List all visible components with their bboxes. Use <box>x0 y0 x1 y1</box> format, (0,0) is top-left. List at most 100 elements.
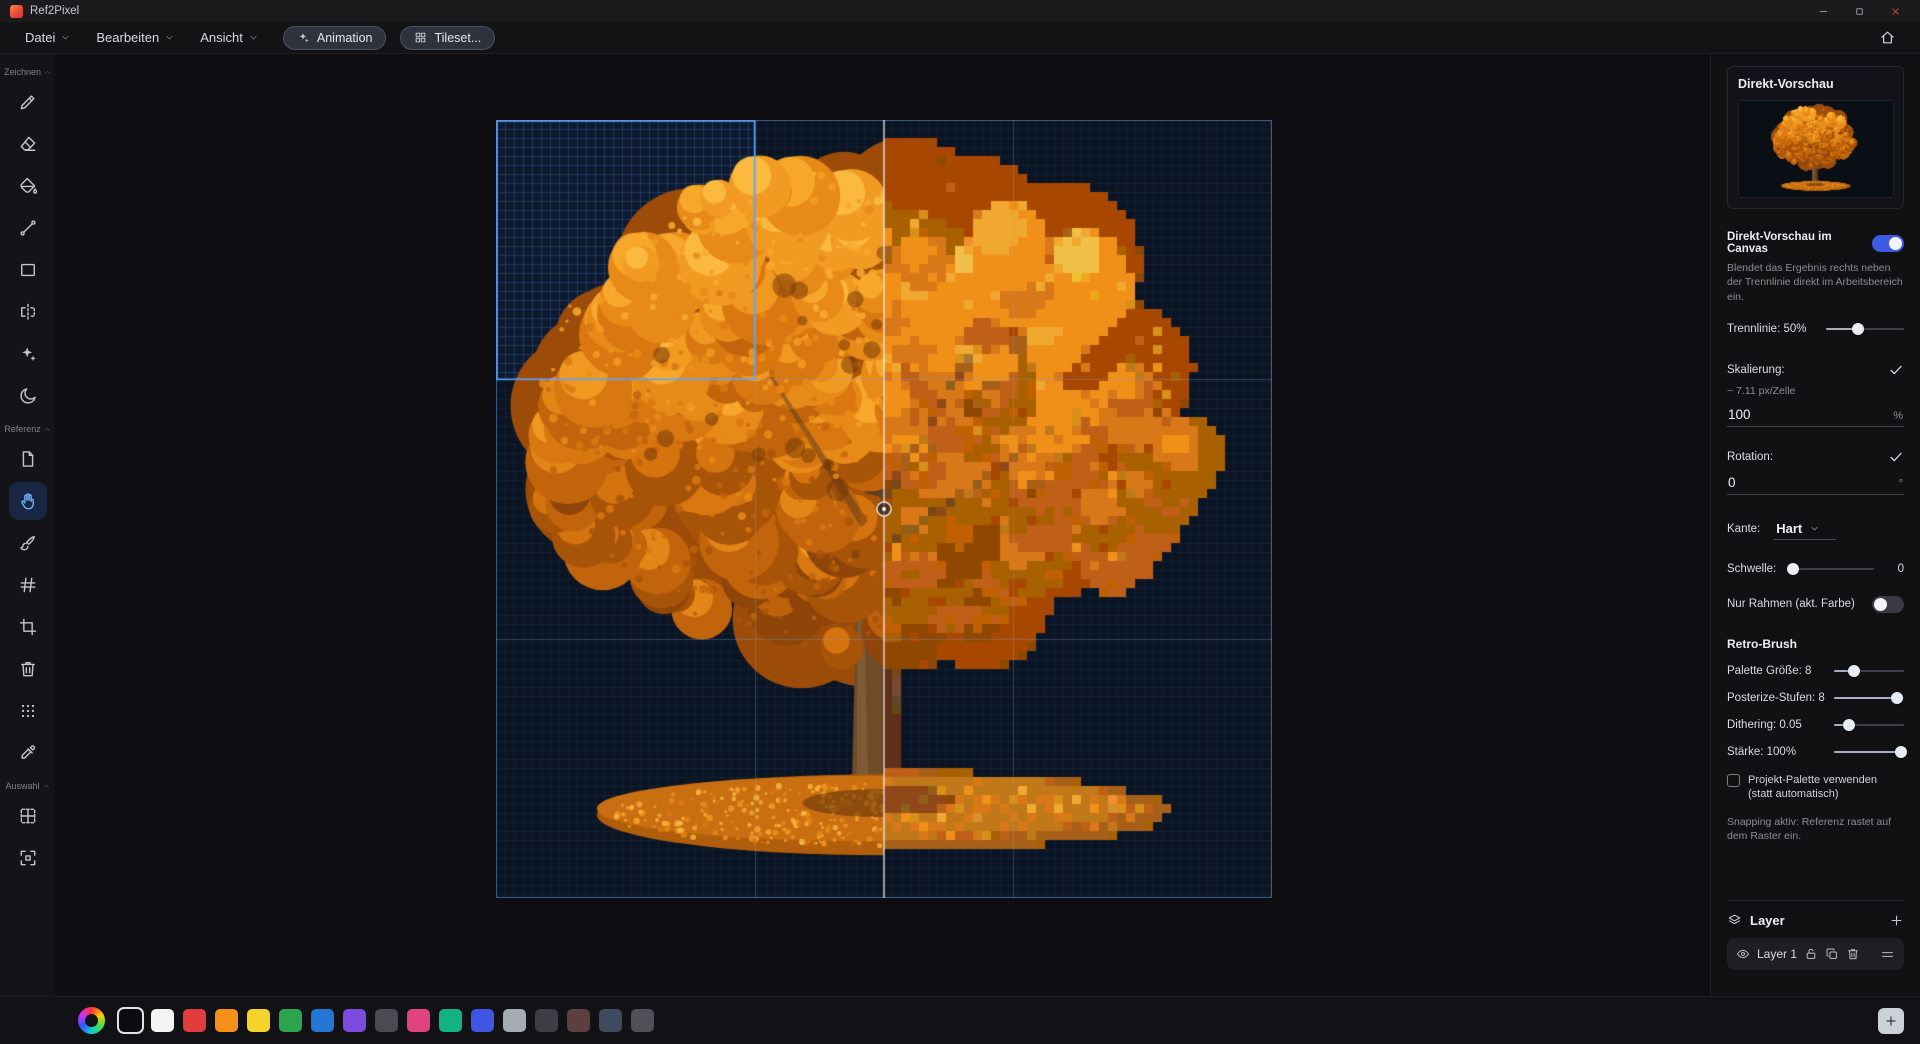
chevron-down-icon <box>249 33 258 42</box>
grid-tool[interactable] <box>9 566 47 604</box>
sparkles-icon <box>297 31 310 44</box>
palette-swatch-2[interactable] <box>183 1009 206 1032</box>
dither-tool[interactable] <box>9 692 47 730</box>
crop-tool[interactable] <box>9 608 47 646</box>
menu-datei[interactable]: Datei <box>14 25 81 50</box>
fill-tool[interactable] <box>9 167 47 205</box>
hand-tool[interactable] <box>9 482 47 520</box>
moon-icon <box>18 386 38 406</box>
color-swatches <box>119 1009 654 1032</box>
chevron-up-icon <box>44 69 51 76</box>
add-layer-button[interactable] <box>1889 913 1904 928</box>
home-icon <box>1879 29 1896 46</box>
palette-swatch-11[interactable] <box>471 1009 494 1032</box>
palette-swatch-16[interactable] <box>631 1009 654 1032</box>
skalierung-apply-button[interactable] <box>1888 362 1904 378</box>
crop-icon <box>18 617 38 637</box>
home-button[interactable] <box>1872 25 1902 51</box>
palette-swatch-14[interactable] <box>567 1009 590 1032</box>
selectgrid-icon <box>18 806 38 826</box>
palette-groesse-slider[interactable] <box>1834 664 1904 678</box>
trennlinie-slider[interactable] <box>1826 322 1904 336</box>
schwelle-slider[interactable] <box>1788 562 1874 576</box>
project-palette-checkbox-row[interactable]: Projekt-Palette verwenden (statt automat… <box>1727 773 1904 802</box>
palette-swatch-5[interactable] <box>279 1009 302 1032</box>
live-preview-description: Blendet das Ergebnis rechts neben der Tr… <box>1727 261 1904 304</box>
dithering-slider[interactable] <box>1834 718 1904 732</box>
titlebar: Ref2Pixel <box>0 0 1920 22</box>
tileset-button[interactable]: Tileset... <box>400 26 495 50</box>
staerke-label: Stärke: 100% <box>1727 746 1796 758</box>
palette-swatch-15[interactable] <box>599 1009 622 1032</box>
add-color-button[interactable] <box>1878 1008 1904 1034</box>
toolbar-section-auswahl[interactable]: Auswahl <box>5 781 49 791</box>
hand-icon <box>18 491 38 511</box>
palette-swatch-12[interactable] <box>503 1009 526 1032</box>
close-button[interactable] <box>1880 1 1910 21</box>
layer-section: Layer Layer 1 <box>1727 900 1904 970</box>
palette-swatch-1[interactable] <box>151 1009 174 1032</box>
menu-bearbeiten[interactable]: Bearbeiten <box>85 25 185 50</box>
palette-swatch-0[interactable] <box>119 1009 142 1032</box>
palette-swatch-7[interactable] <box>343 1009 366 1032</box>
layer-row[interactable]: Layer 1 <box>1727 938 1904 970</box>
eye-icon[interactable] <box>1736 947 1750 961</box>
eraser-tool[interactable] <box>9 125 47 163</box>
brush-tool[interactable] <box>9 524 47 562</box>
delete-tool[interactable] <box>9 650 47 688</box>
palette-swatch-13[interactable] <box>535 1009 558 1032</box>
project-palette-checkbox[interactable] <box>1727 774 1740 787</box>
layer-name[interactable]: Layer 1 <box>1757 947 1797 961</box>
retro-brush-title: Retro-Brush <box>1727 637 1904 651</box>
drag-handle-icon[interactable] <box>1880 947 1895 962</box>
select-area-tool[interactable] <box>9 839 47 877</box>
toolbar-section-referenz[interactable]: Referenz <box>4 424 51 434</box>
eyedropper-tool[interactable] <box>9 734 47 772</box>
rotation-input[interactable]: 0 ° <box>1727 473 1904 495</box>
layer-panel-title: Layer <box>1750 913 1881 928</box>
minimize-button[interactable] <box>1808 1 1838 21</box>
lock-icon[interactable] <box>1804 947 1818 961</box>
animation-button[interactable]: Animation <box>283 26 387 50</box>
color-wheel-button[interactable] <box>78 1007 105 1034</box>
staerke-slider[interactable] <box>1834 745 1904 759</box>
preview-card: Direkt-Vorschau <box>1727 66 1904 209</box>
menu-ansicht[interactable]: Ansicht <box>189 25 269 50</box>
trash-icon[interactable] <box>1846 947 1860 961</box>
pen-icon <box>18 92 38 112</box>
toolbar-section-zeichnen[interactable]: Zeichnen <box>4 67 51 77</box>
palette-swatch-9[interactable] <box>407 1009 430 1032</box>
reference-file-tool[interactable] <box>9 440 47 478</box>
live-preview-toggle[interactable] <box>1872 235 1904 252</box>
posterize-stufen-slider[interactable] <box>1834 691 1904 705</box>
palette-swatch-6[interactable] <box>311 1009 334 1032</box>
kante-select[interactable]: Hart <box>1774 519 1836 540</box>
duplicate-icon[interactable] <box>1825 947 1839 961</box>
line-tool[interactable] <box>9 209 47 247</box>
palette-bar <box>0 996 1920 1044</box>
skalierung-input[interactable]: 100 % <box>1727 405 1904 427</box>
dithering-label: Dithering: 0.05 <box>1727 719 1802 731</box>
snapping-note: Snapping aktiv: Referenz rastet auf dem … <box>1727 815 1904 844</box>
maximize-button[interactable] <box>1844 1 1874 21</box>
right-panel: Direkt-Vorschau Direkt-Vorschau im Canva… <box>1710 54 1920 996</box>
pen-tool[interactable] <box>9 83 47 121</box>
nur-rahmen-toggle[interactable] <box>1872 596 1904 613</box>
select-grid-tool[interactable] <box>9 797 47 835</box>
palette-swatch-3[interactable] <box>215 1009 238 1032</box>
palette-swatch-10[interactable] <box>439 1009 462 1032</box>
schwelle-value: 0 <box>1892 563 1904 575</box>
canvas-workspace[interactable] <box>496 120 1272 898</box>
project-palette-label: Projekt-Palette verwenden (statt automat… <box>1748 773 1904 802</box>
palette-swatch-4[interactable] <box>247 1009 270 1032</box>
rect-icon <box>18 260 38 280</box>
palette-swatch-8[interactable] <box>375 1009 398 1032</box>
kante-label: Kante: <box>1727 523 1760 535</box>
chevron-down-icon <box>1810 524 1819 533</box>
rectangle-tool[interactable] <box>9 251 47 289</box>
shade-tool[interactable] <box>9 377 47 415</box>
mirror-tool[interactable] <box>9 293 47 331</box>
layers-icon <box>1727 913 1742 928</box>
rotation-apply-button[interactable] <box>1888 449 1904 465</box>
magic-tool[interactable] <box>9 335 47 373</box>
